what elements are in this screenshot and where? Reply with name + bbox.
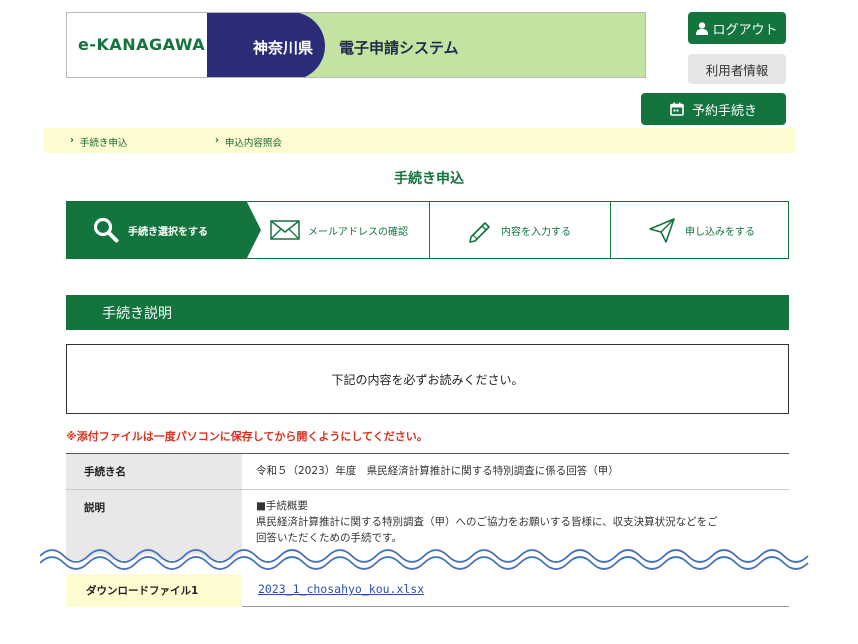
notice-box: 下記の内容を必ずお読みください。 — [66, 344, 789, 414]
logout-label: ログアウト — [712, 22, 778, 38]
step-confirm-email: メールアドレスの確認 — [247, 202, 429, 258]
step-label: 手続き選択をする — [128, 226, 208, 238]
breadcrumb-label: 申込内容照会 — [224, 138, 282, 149]
user-info-label: 利用者情報 — [705, 62, 769, 78]
user-info-button[interactable]: 利用者情報 — [688, 54, 786, 84]
description-line: 回答いただくための手続です。 — [256, 532, 402, 544]
calendar-icon — [670, 102, 684, 116]
section-header: 手続き説明 — [66, 295, 789, 330]
breadcrumb: › 手続き申込 › 申込内容照会 — [44, 128, 795, 153]
step-enter-content: 内容を入力する — [429, 202, 610, 258]
table-row: 手続き名 令和５（2023）年度 県民経済計算推計に関する特別調査に係る回答（甲… — [66, 454, 789, 490]
step-submit: 申し込みをする — [610, 202, 790, 258]
breadcrumb-label: 手続き申込 — [79, 138, 128, 149]
description-line: ■手続概要 — [256, 500, 308, 512]
step-indicator: 手続き選択をする メールアドレスの確認 内容を入力する 申し込みをする — [66, 201, 789, 259]
system-name: 電子申請システム — [339, 39, 459, 57]
step-label: メールアドレスの確認 — [308, 226, 408, 238]
description-line: 県民経済計算推計に関する特別調査（甲）へのご協力をお願いする皆様に、収支決算状況… — [256, 516, 718, 528]
notice-text: 下記の内容を必ずお読みください。 — [331, 372, 524, 387]
attachment-warning: ※添付ファイルは一度パソコンに保存してから開くようにしてください。 — [66, 430, 428, 443]
page-title: 手続き申込 — [394, 171, 464, 187]
step-label: 申し込みをする — [685, 226, 755, 238]
mail-icon — [270, 220, 300, 240]
breadcrumb-item-inquiry[interactable]: › 申込内容照会 — [215, 135, 282, 149]
reservation-label: 予約手続き — [691, 103, 757, 119]
reservation-button[interactable]: 予約手続き — [641, 93, 786, 125]
description-value: ■手続概要 県民経済計算推計に関する特別調査（甲）へのご協力をお願いする皆様に、… — [242, 490, 718, 546]
search-icon — [93, 217, 119, 243]
prefecture-name: 神奈川県 — [253, 39, 314, 57]
download-file-link[interactable]: 2023_1_chosahyo_kou.xlsx — [258, 582, 424, 596]
breadcrumb-item-apply[interactable]: › 手続き申込 — [70, 135, 127, 149]
site-logo: e-KANAGAWA — [78, 35, 206, 54]
procedure-name-value: 令和５（2023）年度 県民経済計算推計に関する特別調査に係る回答（甲） — [256, 465, 619, 477]
chevron-right-icon: › — [215, 135, 219, 146]
site-banner[interactable]: e-KANAGAWA 神奈川県 電子申請システム — [66, 12, 646, 78]
chevron-right-icon: › — [70, 135, 74, 146]
download-row: ダウンロードファイル1 2023_1_chosahyo_kou.xlsx — [66, 574, 789, 607]
user-icon — [696, 21, 709, 35]
step-select-procedure: 手続き選択をする — [67, 202, 261, 258]
download-label: ダウンロードファイル1 — [66, 574, 242, 607]
procedure-table: 手続き名 令和５（2023）年度 県民経済計算推計に関する特別調査に係る回答（甲… — [66, 453, 789, 560]
step-label: 内容を入力する — [501, 226, 571, 238]
send-icon — [649, 218, 675, 243]
procedure-name-label: 手続き名 — [66, 454, 242, 489]
logout-button[interactable]: ログアウト — [688, 12, 786, 44]
pencil-icon — [469, 222, 490, 243]
